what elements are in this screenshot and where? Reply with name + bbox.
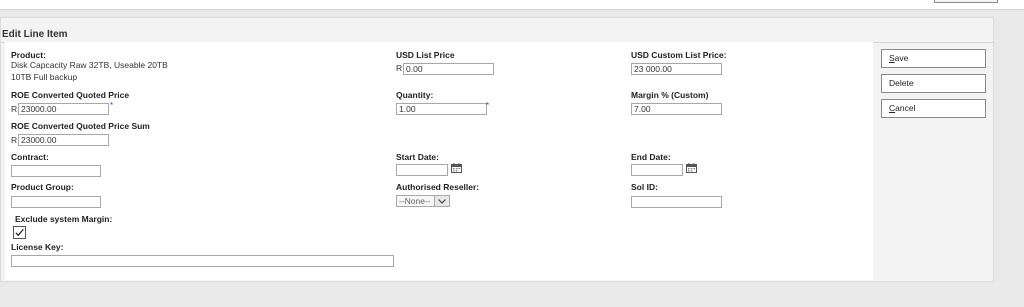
cancel-button[interactable]: Cancel <box>881 99 986 118</box>
checkmark-icon <box>15 228 24 237</box>
edit-line-item-panel: Edit Line Item Product: Disk Capcacity R… <box>0 17 995 282</box>
usd-custom-list-price-input[interactable]: 23 000.00 <box>631 63 722 75</box>
roe-quoted-price-required-mark: * <box>110 101 114 110</box>
product-group-label: Product Group: <box>11 182 74 192</box>
authorised-reseller-label: Authorised Reseller: <box>396 182 480 192</box>
cancel-button-label: ancel <box>895 103 916 113</box>
start-date-input[interactable] <box>396 164 448 176</box>
license-key-label: License Key: <box>11 242 64 252</box>
exclude-margin-label: Exclude system Margin: <box>15 214 113 224</box>
usd-list-price-label: USD List Price <box>396 50 455 60</box>
product-name-line2: 10TB Full backup <box>11 72 78 82</box>
save-button[interactable]: Save <box>881 49 986 68</box>
quantity-label: Quantity: <box>396 90 434 100</box>
chevron-down-icon[interactable] <box>434 196 449 206</box>
contract-label: Contract: <box>11 152 49 162</box>
save-button-label: ave <box>894 53 909 63</box>
margin-label: Margin % (Custom) <box>631 90 709 100</box>
usd-list-price-currency: R <box>396 63 403 73</box>
end-date-label: End Date: <box>631 152 671 162</box>
roe-quoted-price-sum-input[interactable]: 23000.00 <box>18 134 109 146</box>
roe-quoted-price-input[interactable]: 23000.00 <box>18 103 109 115</box>
top-button[interactable] <box>934 0 998 3</box>
line-item-form: Product: Disk Capcacity Raw 32TB, Useabl… <box>5 42 873 280</box>
contract-input[interactable] <box>11 165 101 177</box>
start-date-label: Start Date: <box>396 152 439 162</box>
usd-list-price-input[interactable]: 0.00 <box>403 63 494 75</box>
license-key-input[interactable] <box>11 255 394 267</box>
sol-id-label: Sol ID: <box>631 182 658 192</box>
calendar-icon[interactable] <box>686 163 697 173</box>
panel-title: Edit Line Item <box>2 29 68 40</box>
end-date-input[interactable] <box>631 164 683 176</box>
quantity-input[interactable]: 1.00 <box>396 103 487 115</box>
sol-id-input[interactable] <box>631 196 722 208</box>
calendar-icon[interactable] <box>451 163 462 173</box>
roe-quoted-price-sum-currency: R <box>11 135 18 145</box>
product-name-line1: Disk Capcacity Raw 32TB, Useable 20TB <box>11 60 168 70</box>
roe-quoted-price-sum-label: ROE Converted Quoted Price Sum <box>11 121 150 131</box>
roe-quoted-price-label: ROE Converted Quoted Price <box>11 90 130 100</box>
exclude-margin-checkbox[interactable] <box>13 226 26 239</box>
margin-input[interactable]: 7.00 <box>631 103 722 115</box>
usd-custom-list-price-label: USD Custom List Price: <box>631 50 727 60</box>
top-bar <box>0 0 1024 10</box>
delete-button-label: Delete <box>889 78 914 88</box>
roe-quoted-price-currency: R <box>11 104 18 114</box>
delete-button[interactable]: Delete <box>881 74 986 93</box>
authorised-reseller-select[interactable]: --None-- <box>396 195 450 207</box>
authorised-reseller-selected: --None-- <box>399 196 431 206</box>
quantity-required-mark: * <box>486 101 490 110</box>
product-label: Product: <box>11 50 46 60</box>
product-group-input[interactable] <box>11 196 101 208</box>
